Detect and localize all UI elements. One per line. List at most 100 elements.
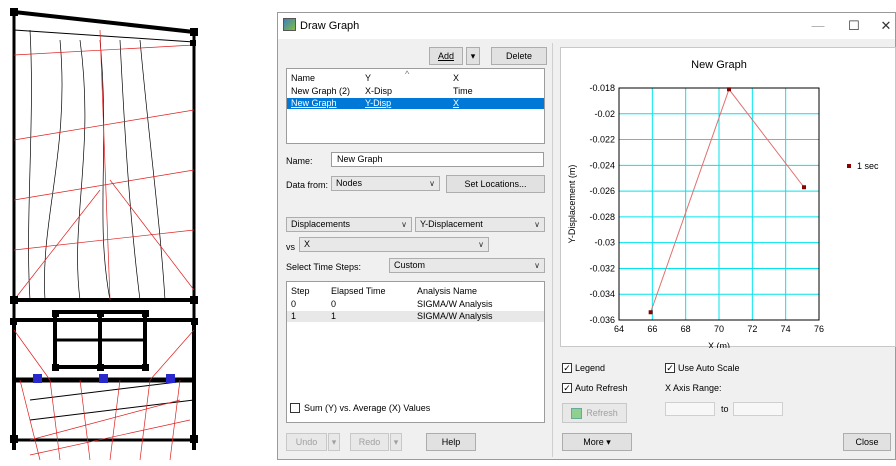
delete-button[interactable]: Delete (491, 47, 547, 65)
auto-refresh-label: Auto Refresh (575, 383, 628, 393)
refresh-button[interactable]: Refresh (562, 403, 627, 423)
legend-entry: 1 sec (857, 161, 879, 171)
graph-list-row[interactable]: New Graph (2) X-Disp Time (287, 86, 544, 97)
time-steps-label: Select Time Steps: (286, 262, 362, 272)
x-tick-label: 64 (614, 324, 624, 334)
data-point (727, 87, 731, 92)
name-field[interactable]: New Graph (331, 152, 544, 167)
auto-refresh-checkbox[interactable]: ✓ (562, 383, 572, 393)
help-label: Help (441, 437, 461, 447)
y-tick-label: -0.02 (594, 109, 615, 119)
graph-chart: New Graph 64 66 68 70 72 74 76 -0.018 -0.02 -0.022… (567, 59, 879, 351)
draw-graph-dialog: Draw Graph — ☐ ✕ Add ▾ Delete Name Y ^ X… (277, 12, 896, 460)
add-dropdown-button[interactable]: ▾ (466, 47, 480, 65)
more-label: More (583, 437, 604, 447)
data-point (648, 310, 653, 315)
graph-list-row-selected[interactable]: New Graph Y-Disp X (287, 98, 544, 109)
col-name-header[interactable]: Name (291, 73, 315, 84)
x-tick-label: 76 (814, 324, 824, 334)
chevron-down-icon: ▾ (606, 437, 611, 447)
data-from-value: Nodes (336, 178, 363, 188)
y-axis-label: Y-Displacement (m) (567, 165, 577, 244)
maximize-icon[interactable]: ☐ (844, 17, 864, 35)
y-tick-label: -0.032 (589, 263, 615, 273)
time-steps-select[interactable]: Custom ∨ (389, 258, 545, 273)
close-icon[interactable]: ✕ (876, 17, 896, 35)
category-select[interactable]: Displacements ∨ (286, 217, 412, 232)
add-button[interactable]: Add (429, 47, 463, 65)
steps-table-row[interactable]: 0 0 SIGMA/W Analysis (287, 299, 544, 310)
row-name: New Graph (291, 98, 337, 108)
x-tick-label: 66 (647, 324, 657, 334)
help-button[interactable]: Help (426, 433, 476, 451)
series-line (650, 88, 805, 313)
title-bar: Draw Graph — ☐ ✕ (278, 13, 895, 39)
graph-list[interactable]: Name Y ^ X New Graph (2) X-Disp Time New… (286, 68, 545, 144)
row-x: X (453, 98, 460, 108)
sum-vs-average-checkbox[interactable] (290, 403, 300, 413)
col-analysis-header[interactable]: Analysis Name (417, 286, 477, 297)
chevron-down-icon: ∨ (478, 240, 484, 249)
use-auto-scale-checkbox[interactable]: ✓ (665, 363, 675, 373)
y-parameter-select[interactable]: Y-Displacement ∨ (415, 217, 545, 232)
chevron-down-icon: ∨ (534, 261, 540, 270)
check-icon: ✓ (563, 383, 571, 393)
row-y: X-Disp (365, 86, 393, 96)
minimize-icon[interactable]: — (808, 17, 828, 35)
delete-button-label: Delete (505, 51, 532, 61)
col-y-header[interactable]: Y (365, 73, 371, 84)
redo-label: Redo (358, 437, 381, 447)
undo-dropdown-button[interactable]: ▾ (328, 433, 340, 451)
close-button[interactable]: Close (843, 433, 891, 451)
row-elapsed: 0 (331, 299, 337, 309)
row-elapsed: 1 (331, 311, 337, 321)
name-label: Name: (286, 156, 313, 166)
undo-button[interactable]: Undo (286, 433, 327, 451)
chevron-down-icon: ∨ (534, 220, 540, 229)
legend-label: Legend (575, 363, 606, 373)
col-x-header[interactable]: X (453, 73, 459, 84)
use-auto-scale-label: Use Auto Scale (678, 363, 740, 373)
data-point (802, 185, 806, 190)
chart-panel: New Graph 64 66 68 70 72 74 76 -0.018 -0.02 -0.022… (560, 47, 896, 351)
x-tick-label: 74 (781, 324, 791, 334)
y-tick-label: -0.036 (589, 315, 615, 325)
x-range-to-input[interactable] (733, 402, 783, 416)
y-tick-label: -0.03 (594, 238, 615, 248)
set-locations-button[interactable]: Set Locations... (446, 175, 545, 193)
x-parameter-value: X (304, 239, 311, 249)
chevron-down-icon: ▾ (393, 437, 399, 447)
y-tick-label: -0.028 (589, 212, 615, 222)
y-parameter-value: Y-Displacement (420, 219, 483, 229)
y-tick-label: -0.026 (589, 186, 615, 196)
check-icon: ✓ (666, 363, 674, 373)
x-tick-label: 70 (714, 324, 724, 334)
data-from-select[interactable]: Nodes ∨ (331, 176, 440, 191)
add-button-label: Add (437, 51, 454, 61)
chevron-down-icon: ∨ (401, 220, 407, 229)
refresh-label: Refresh (586, 408, 618, 418)
x-tick-label: 72 (747, 324, 757, 334)
window-title: Draw Graph (300, 20, 360, 32)
y-tick-label: -0.022 (589, 135, 615, 145)
legend-checkbox[interactable]: ✓ (562, 363, 572, 373)
y-tick-label: -0.018 (589, 83, 615, 93)
row-analysis: SIGMA/W Analysis (417, 311, 493, 321)
x-range-from-input[interactable] (665, 402, 715, 416)
steps-table-header: Step Elapsed Time Analysis Name (287, 286, 544, 297)
row-x: Time (453, 86, 473, 96)
to-label: to (721, 404, 729, 414)
col-elapsed-header[interactable]: Elapsed Time (331, 286, 386, 297)
chevron-down-icon: ∨ (429, 179, 435, 188)
row-name: New Graph (2) (291, 86, 351, 96)
chart-title: New Graph (691, 59, 747, 71)
sort-arrow-icon: ^ (405, 69, 410, 79)
redo-dropdown-button[interactable]: ▾ (390, 433, 402, 451)
more-button[interactable]: More ▾ (562, 433, 632, 451)
graph-list-header: Name Y ^ X (287, 69, 544, 84)
col-step-header[interactable]: Step (291, 286, 310, 297)
steps-table-row[interactable]: 1 1 SIGMA/W Analysis (287, 311, 544, 322)
time-steps-table[interactable]: Step Elapsed Time Analysis Name 0 0 SIGM… (286, 281, 545, 423)
redo-button[interactable]: Redo (350, 433, 389, 451)
x-parameter-select[interactable]: X ∨ (299, 237, 489, 252)
